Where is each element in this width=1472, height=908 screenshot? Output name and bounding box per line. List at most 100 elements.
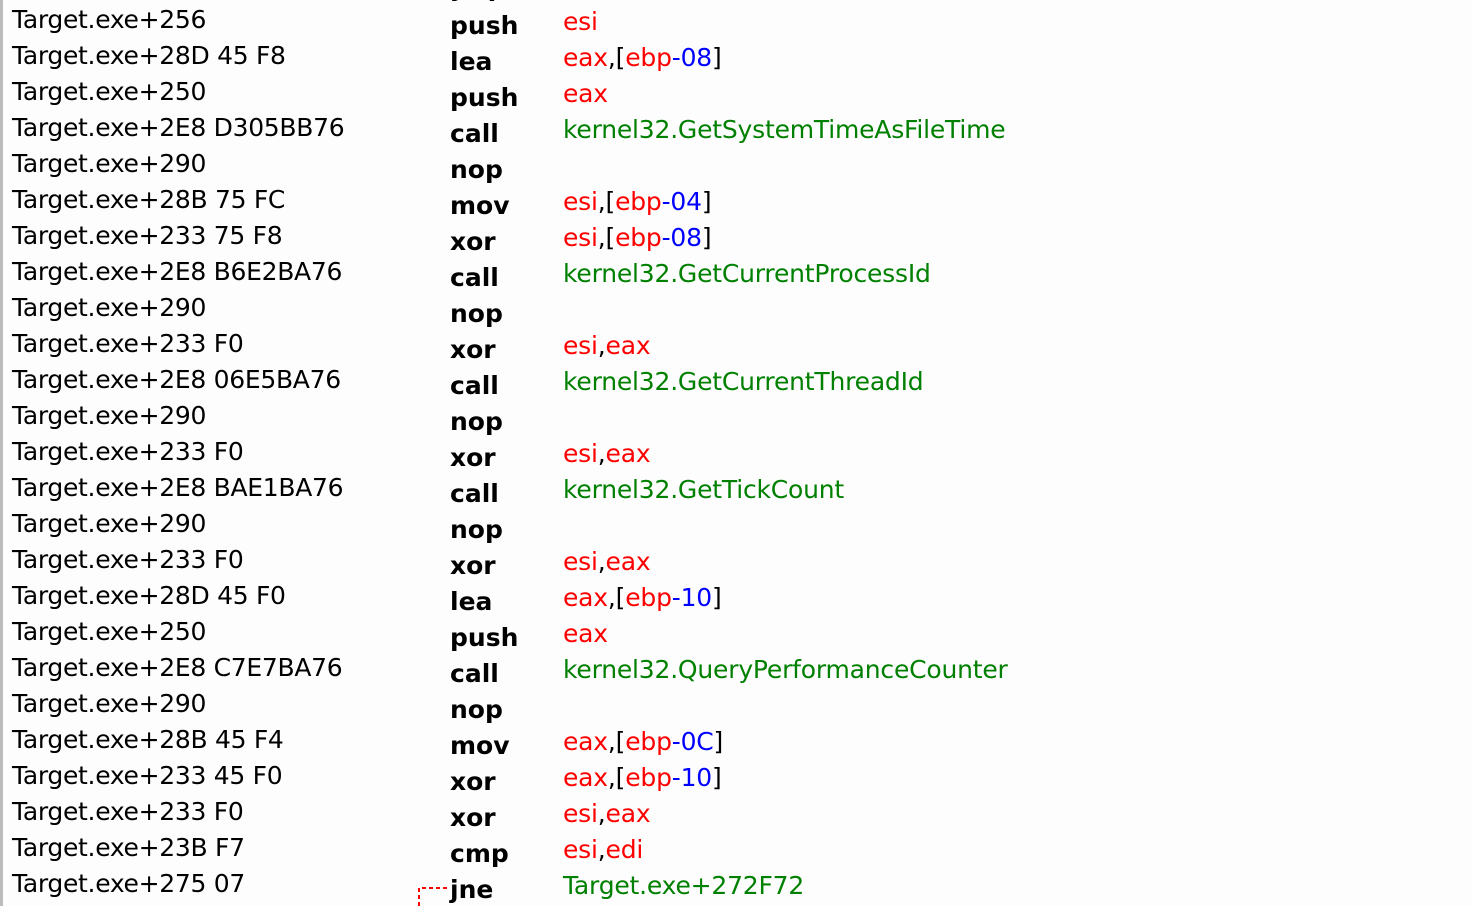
operand-token: , — [597, 331, 606, 360]
instruction-row[interactable]: Target.exe+233 45 F0 xor eax,[ebp-10] — [3, 758, 1472, 796]
operand-token: , — [597, 439, 606, 468]
operand-token: eax — [563, 79, 608, 108]
operand-token: ] — [701, 187, 712, 216]
instruction-row[interactable]: Target.exe+2E8 D305BB76 call kernel32.GetS… — [3, 110, 1472, 148]
instruction-row[interactable]: Target.exe+233 F0 xor esi,eax — [3, 794, 1472, 832]
instruction-address: Target.exe+2E8 BAE1BA76 — [12, 473, 344, 502]
instruction-row[interactable]: Target.exe+233 F0 xor esi,eax — [3, 542, 1472, 580]
operand-token: esi — [563, 439, 598, 468]
operand-token: ] — [711, 583, 722, 612]
operand-token: ebp — [625, 727, 672, 756]
instruction-row[interactable]: Target.exe+250 push eax — [3, 74, 1472, 112]
operand-token: -10 — [671, 583, 712, 612]
operand-token: esi — [563, 835, 598, 864]
operand-token: ,[ — [607, 727, 626, 756]
instruction-operands: esi — [563, 4, 598, 40]
operand-token: ] — [711, 43, 722, 72]
instruction-row[interactable]: Target.exe+28D 45 F8 lea eax,[ebp-08] — [3, 38, 1472, 76]
instruction-address: Target.exe+233 F0 — [12, 797, 244, 826]
operand-token: , — [597, 547, 606, 576]
instruction-address: Target.exe+2E8 D305BB76 — [12, 113, 345, 142]
operand-token: -08 — [671, 43, 712, 72]
instruction-row[interactable]: Target.exe+290 nop — [3, 506, 1472, 544]
operand-target: kernel32.QueryPerformanceCounter — [563, 655, 1008, 684]
instruction-address: Target.exe+233 45 F0 — [12, 761, 283, 790]
instruction-address: Target.exe+290 — [12, 401, 207, 430]
instruction-row[interactable]: Target.exe+2E8 BAE1BA76 call kernel32.GetT… — [3, 470, 1472, 508]
instruction-operands: eax — [563, 616, 608, 652]
instruction-row[interactable]: Target.exe+290 nop — [3, 686, 1472, 724]
instruction-row[interactable]: Target.exe+28D 45 F0 lea eax,[ebp-10] — [3, 578, 1472, 616]
operand-token: ebp — [615, 187, 662, 216]
instruction-address: Target.exe+28B 45 F4 — [12, 725, 284, 754]
instruction-operands: esi,eax — [563, 796, 651, 832]
instruction-address: Target.exe+250 — [12, 617, 207, 646]
operand-target: kernel32.GetCurrentThreadId — [563, 367, 924, 396]
instruction-operands: kernel32.GetCurrentProcessId — [563, 256, 931, 292]
instruction-operands: eax — [563, 76, 608, 112]
instruction-row[interactable]: Target.exe+2E8 06E5BA76 call kernel32.GetC… — [3, 362, 1472, 400]
instruction-address: Target.exe+28D 45 F8 — [12, 41, 286, 70]
instruction-address: Target.exe+290 — [12, 149, 207, 178]
operand-token: ,[ — [597, 187, 616, 216]
instruction-operands: esi,eax — [563, 328, 651, 364]
instruction-address: Target.exe+290 — [12, 509, 207, 538]
instruction-address: Target.exe+256 — [12, 5, 207, 34]
operand-token: ,[ — [607, 763, 626, 792]
operand-token: esi — [563, 223, 598, 252]
operand-token: ] — [711, 763, 722, 792]
operand-token: -04 — [661, 187, 702, 216]
instruction-row[interactable]: Target.exe+250 push eax — [3, 614, 1472, 652]
instruction-row[interactable]: Target.exe+256 push esi — [3, 2, 1472, 40]
instruction-row[interactable]: Target.exe+2E8 C7E7BA76 call kernel32.Quer… — [3, 650, 1472, 688]
operand-token: eax — [605, 331, 651, 360]
operand-token: esi — [563, 7, 598, 36]
operand-token: esi — [563, 547, 598, 576]
operand-token: ,[ — [607, 43, 626, 72]
instruction-row[interactable]: Target.exe+233 F0 xor esi,eax — [3, 326, 1472, 364]
operand-token: -0C — [671, 727, 714, 756]
operand-token: eax — [563, 583, 608, 612]
operand-token: eax — [605, 439, 651, 468]
instruction-row[interactable]: Target.exe+290 nop — [3, 146, 1472, 184]
operand-token: esi — [563, 331, 598, 360]
instruction-row[interactable]: Target.exe+233 75 F8 xor esi,[ebp-08] — [3, 218, 1472, 256]
operand-token: eax — [605, 799, 651, 828]
operand-token: ] — [713, 727, 724, 756]
instruction-operands: eax,[ebp-0C] — [563, 724, 723, 760]
instruction-row[interactable]: Target.exe+28B 45 F4 mov eax,[ebp-0C] — [3, 722, 1472, 760]
instruction-row[interactable]: Target.exe+290 nop — [3, 290, 1472, 328]
instruction-address: Target.exe+290 — [12, 689, 207, 718]
operand-target: kernel32.GetTickCount — [563, 475, 845, 504]
instruction-row[interactable]: Target.exe+28B 75 FC mov esi,[ebp-04] — [3, 182, 1472, 220]
operand-token: ebp — [625, 763, 672, 792]
instruction-address: Target.exe+28D 45 F0 — [12, 581, 286, 610]
instruction-operands: eax,[ebp-08] — [563, 40, 722, 76]
instruction-operands: eax,[ebp-10] — [563, 580, 722, 616]
operand-token: -08 — [661, 223, 702, 252]
instruction-row[interactable]: Target.exe+2E8 B6E2BA76 call kernel32.GetC… — [3, 254, 1472, 292]
instruction-address: Target.exe+233 F0 — [12, 329, 244, 358]
instruction-address: Target.exe+275 07 — [12, 869, 245, 898]
operand-token: ebp — [625, 43, 672, 72]
operand-token: , — [597, 835, 606, 864]
instruction-address: Target.exe+233 F0 — [12, 437, 244, 466]
operand-token: ebp — [625, 583, 672, 612]
instruction-operands: kernel32.QueryPerformanceCounter — [563, 652, 1008, 688]
instruction-row[interactable]: Target.exe+23B F7 cmp esi,edi — [3, 830, 1472, 868]
instruction-row[interactable]: Target.exe+290 nop — [3, 398, 1472, 436]
operand-target: kernel32.GetCurrentProcessId — [563, 259, 931, 288]
instruction-row[interactable]: Target.exe+275 07 jne Target.exe+272F72 — [3, 866, 1472, 904]
disassembly-view[interactable]: jmp Target.exe+256pushesiTarget.exe+28D … — [0, 0, 1472, 906]
operand-token: ebp — [615, 223, 662, 252]
instruction-operands: kernel32.GetCurrentThreadId — [563, 364, 924, 400]
operand-token: -10 — [671, 763, 712, 792]
operand-token: eax — [563, 619, 608, 648]
instruction-address: Target.exe+2E8 C7E7BA76 — [12, 653, 343, 682]
operand-token: esi — [563, 799, 598, 828]
operand-token: ,[ — [607, 583, 626, 612]
operand-token: , — [597, 799, 606, 828]
operand-token: esi — [563, 187, 598, 216]
instruction-operands: eax,[ebp-10] — [563, 760, 722, 796]
instruction-row[interactable]: Target.exe+233 F0 xor esi,eax — [3, 434, 1472, 472]
